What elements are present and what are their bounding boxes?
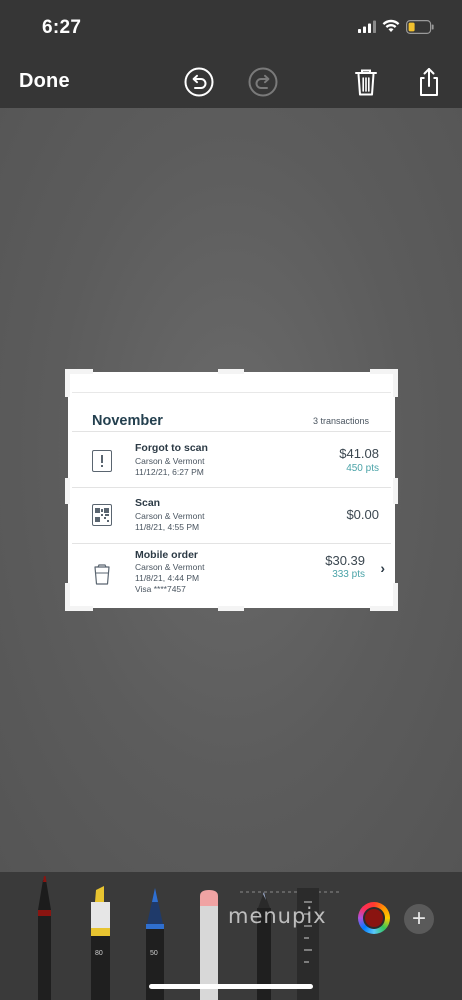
markup-toolbar: Done xyxy=(0,58,462,106)
transaction-location: Carson & Vermont xyxy=(135,562,205,572)
chevron-right-icon[interactable]: › xyxy=(380,560,385,576)
undo-icon[interactable] xyxy=(183,66,215,98)
crop-handle-top[interactable] xyxy=(218,369,244,374)
month-heading: November xyxy=(92,413,163,429)
transaction-amount: $41.08 xyxy=(339,446,379,461)
transaction-location: Carson & Vermont xyxy=(135,511,205,521)
transaction-amount: $0.00 xyxy=(346,507,379,522)
crop-handle-right[interactable] xyxy=(393,478,398,504)
transaction-datetime: 11/8/21, 4:44 PM xyxy=(135,573,200,583)
crop-handle-bottom-left[interactable] xyxy=(65,583,70,611)
tool-palette: 80 50 menupix + xyxy=(0,872,462,1000)
transaction-payment: Visa ****7457 xyxy=(135,584,186,594)
crop-handle-left[interactable] xyxy=(65,478,70,504)
marker-icon[interactable] xyxy=(91,886,110,1000)
status-time: 6:27 xyxy=(42,17,82,38)
transaction-points: 333 pts xyxy=(332,569,365,580)
cropped-screenshot[interactable]: November 3 transactions Forgot to scan C… xyxy=(65,369,398,611)
transaction-title: Scan xyxy=(135,497,161,509)
selected-color-swatch[interactable] xyxy=(365,909,383,927)
crop-handle-top-right[interactable] xyxy=(393,369,398,397)
top-bar: 6:27 Done xyxy=(0,0,462,108)
exclamation-receipt-icon xyxy=(92,450,112,472)
home-indicator[interactable] xyxy=(149,984,313,989)
watermark-text: menupix xyxy=(228,904,327,928)
crop-handle-bottom-right[interactable] xyxy=(393,583,398,611)
done-button[interactable]: Done xyxy=(19,70,70,93)
cellular-signal-icon xyxy=(358,20,376,39)
transaction-datetime: 11/8/21, 4:55 PM xyxy=(135,522,200,532)
redo-icon[interactable] xyxy=(247,66,279,98)
transaction-row[interactable]: Mobile order Carson & Vermont 11/8/21, 4… xyxy=(72,544,391,604)
crop-handle-bottom[interactable] xyxy=(218,606,244,611)
qr-code-icon xyxy=(92,504,112,526)
marker-opacity-label: 80 xyxy=(95,950,103,957)
transaction-points: 450 pts xyxy=(346,463,379,474)
transaction-count: 3 transactions xyxy=(312,416,369,426)
share-icon[interactable] xyxy=(413,66,445,98)
cup-icon xyxy=(92,564,112,586)
pen-icon[interactable] xyxy=(38,876,51,1000)
tool-palette-art xyxy=(38,876,340,1000)
pencil-opacity-label: 50 xyxy=(150,950,158,957)
crop-handle-top-left[interactable] xyxy=(65,369,70,397)
battery-low-icon xyxy=(406,20,434,39)
transaction-row[interactable]: Forgot to scan Carson & Vermont 11/12/21… xyxy=(72,432,391,488)
add-tool-button[interactable]: + xyxy=(404,904,434,934)
wifi-icon xyxy=(382,19,400,38)
transactions-card: November 3 transactions Forgot to scan C… xyxy=(72,392,391,606)
transaction-title: Mobile order xyxy=(135,549,199,561)
transaction-amount: $30.39 xyxy=(325,553,365,568)
transaction-datetime: 11/12/21, 6:27 PM xyxy=(135,467,204,477)
transaction-title: Forgot to scan xyxy=(135,442,208,454)
trash-icon[interactable] xyxy=(350,66,382,98)
transaction-location: Carson & Vermont xyxy=(135,456,205,466)
transaction-row[interactable]: Scan Carson & Vermont 11/8/21, 4:55 PM $… xyxy=(72,488,391,544)
